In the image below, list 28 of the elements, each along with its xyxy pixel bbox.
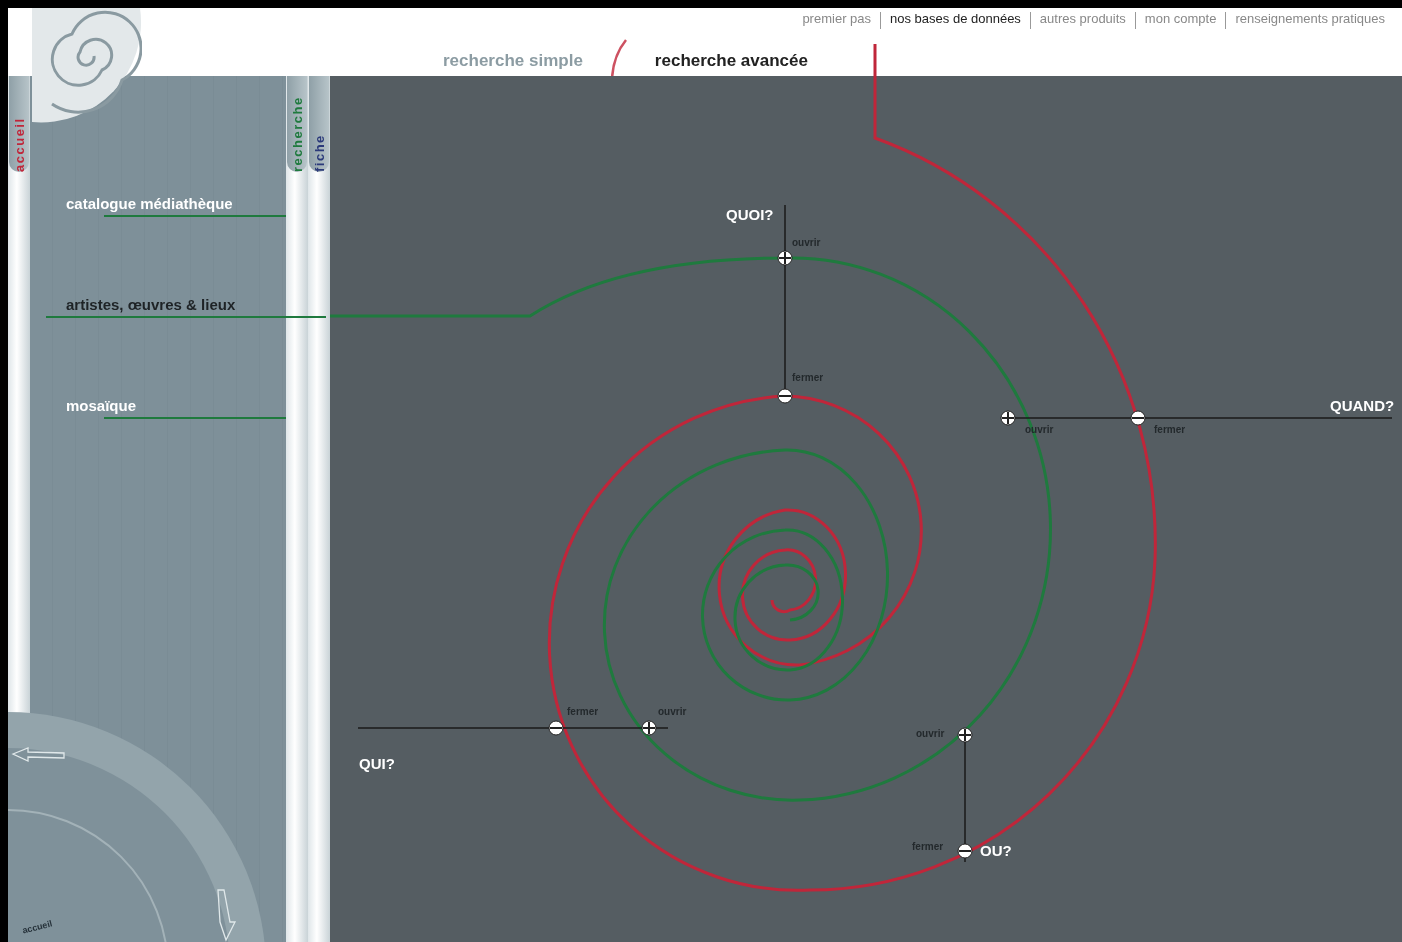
side-tab[interactable]: accueil	[9, 76, 29, 172]
search-tab[interactable]: recherche avancée	[654, 51, 808, 71]
side-tab[interactable]: recherche	[287, 76, 307, 172]
axis-label[interactable]: QUAND?	[1330, 397, 1395, 414]
nav-link[interactable]: premier pas	[793, 12, 881, 29]
axis-label[interactable]: OU?	[980, 842, 1012, 859]
close-node[interactable]	[548, 720, 564, 736]
nav-link[interactable]: nos bases de données	[880, 12, 1030, 29]
axis-label[interactable]: QUOI?	[726, 206, 774, 223]
axis-label[interactable]: QUI?	[359, 755, 395, 772]
menu-link[interactable]: mosaïque	[66, 396, 137, 416]
nav-link[interactable]: mon compte	[1134, 12, 1226, 29]
open-label: ouvrir	[1025, 424, 1054, 435]
open-node[interactable]	[1000, 410, 1016, 426]
open-node[interactable]	[641, 720, 657, 736]
search-tab[interactable]: recherche simple	[443, 51, 583, 71]
close-node[interactable]	[1130, 410, 1146, 426]
wheel-label[interactable]: accueil	[21, 918, 54, 936]
side-tab[interactable]: fiche	[309, 76, 329, 172]
open-node[interactable]	[777, 250, 793, 266]
close-node[interactable]	[777, 388, 793, 404]
open-node[interactable]	[957, 727, 973, 743]
menu-link[interactable]: catalogue médiathèque	[66, 194, 233, 214]
menu-link[interactable]: artistes, œuvres & lieux	[66, 295, 236, 315]
slash-icon	[610, 39, 627, 79]
close-node[interactable]	[957, 843, 973, 859]
nav-link[interactable]: renseignements pratiques	[1225, 12, 1394, 29]
nav-link[interactable]: autres produits	[1029, 12, 1135, 29]
